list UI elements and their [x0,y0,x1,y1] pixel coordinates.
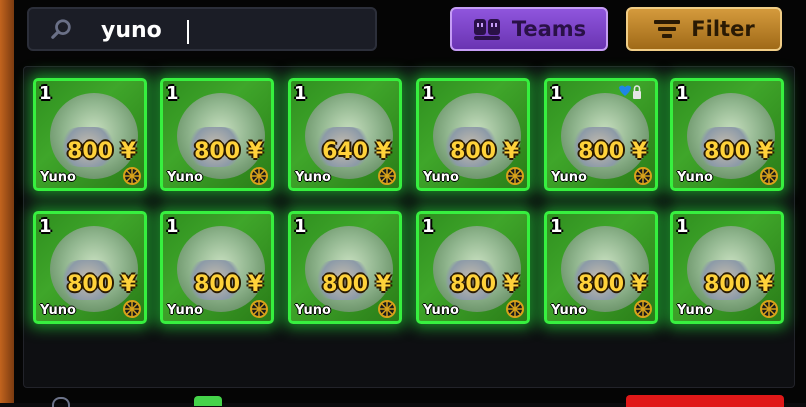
filter-icon [654,20,681,38]
unit-name: Yuno [423,170,459,185]
filter-button-label: Filter [691,17,755,41]
unit-card[interactable]: 1 640 ¥ Yuno [288,78,402,191]
search-icon [51,19,71,39]
trait-sun-icon [250,300,268,318]
trait-sun-icon [506,300,524,318]
unit-price: 800 ¥ [450,139,519,164]
unit-name: Yuno [167,303,203,318]
unit-level: 1 [422,216,435,237]
unit-price: 800 ¥ [67,139,136,164]
unit-grid: 1 800 ¥ Yuno 1 800 ¥ Yuno 1 640 ¥ Yuno 1 800 ¥ Yuno… [23,66,795,388]
unit-card[interactable]: 1 800 ¥ Yuno [160,211,274,324]
unit-level: 1 [676,216,689,237]
unit-card[interactable]: 1 800 ¥ Yuno [160,78,274,191]
teams-icon [473,19,500,40]
unit-name: Yuno [40,170,76,185]
unit-level: 1 [166,83,179,104]
trait-sun-icon [506,167,524,185]
bottom-red-button[interactable] [626,395,784,407]
unit-card[interactable]: 1 800 ¥ Yuno [544,78,658,191]
unit-level: 1 [550,83,563,104]
unit-price: 800 ¥ [67,272,136,297]
unit-level: 1 [422,83,435,104]
search-input[interactable] [99,14,363,46]
trait-sun-icon [634,300,652,318]
trait-sun-icon [634,167,652,185]
unit-name: Yuno [551,303,587,318]
trait-sun-icon [378,300,396,318]
unit-name: Yuno [295,303,331,318]
unit-card[interactable]: 1 800 ¥ Yuno [416,78,530,191]
unit-price: 800 ¥ [450,272,519,297]
unit-name: Yuno [167,170,203,185]
trait-sun-icon [378,167,396,185]
unit-card[interactable]: 1 800 ¥ Yuno [288,211,402,324]
unit-name: Yuno [677,303,713,318]
unit-name: Yuno [423,303,459,318]
unit-price: 800 ¥ [194,139,263,164]
teams-button[interactable]: Teams [450,7,608,51]
filter-button[interactable]: Filter [626,7,782,51]
favorite-lock-icon [619,85,641,99]
unit-price: 800 ¥ [578,139,647,164]
teams-button-label: Teams [511,17,587,41]
trait-sun-icon [123,300,141,318]
unit-price: 640 ¥ [322,139,391,164]
unit-level: 1 [39,216,52,237]
unit-level: 1 [39,83,52,104]
bottom-bar-icon [52,397,70,407]
unit-price: 800 ¥ [322,272,391,297]
unit-level: 1 [676,83,689,104]
unit-card[interactable]: 1 800 ¥ Yuno [416,211,530,324]
unit-name: Yuno [40,303,76,318]
unit-price: 800 ¥ [704,272,773,297]
unit-name: Yuno [295,170,331,185]
unit-card[interactable]: 1 800 ¥ Yuno [33,211,147,324]
unit-level: 1 [294,83,307,104]
unit-level: 1 [550,216,563,237]
unit-price: 800 ¥ [578,272,647,297]
unit-name: Yuno [551,170,587,185]
unit-price: 800 ¥ [194,272,263,297]
bottom-green-button[interactable] [194,396,222,406]
unit-price: 800 ¥ [704,139,773,164]
search-bar[interactable] [27,7,377,51]
text-caret [187,20,189,44]
unit-card[interactable]: 1 800 ¥ Yuno [544,211,658,324]
unit-level: 1 [294,216,307,237]
trait-sun-icon [123,167,141,185]
unit-card[interactable]: 1 800 ¥ Yuno [33,78,147,191]
trait-sun-icon [760,167,778,185]
trait-sun-icon [250,167,268,185]
unit-card[interactable]: 1 800 ¥ Yuno [670,78,784,191]
unit-name: Yuno [677,170,713,185]
trait-sun-icon [760,300,778,318]
unit-level: 1 [166,216,179,237]
side-panel-edge [0,0,14,403]
unit-card[interactable]: 1 800 ¥ Yuno [670,211,784,324]
